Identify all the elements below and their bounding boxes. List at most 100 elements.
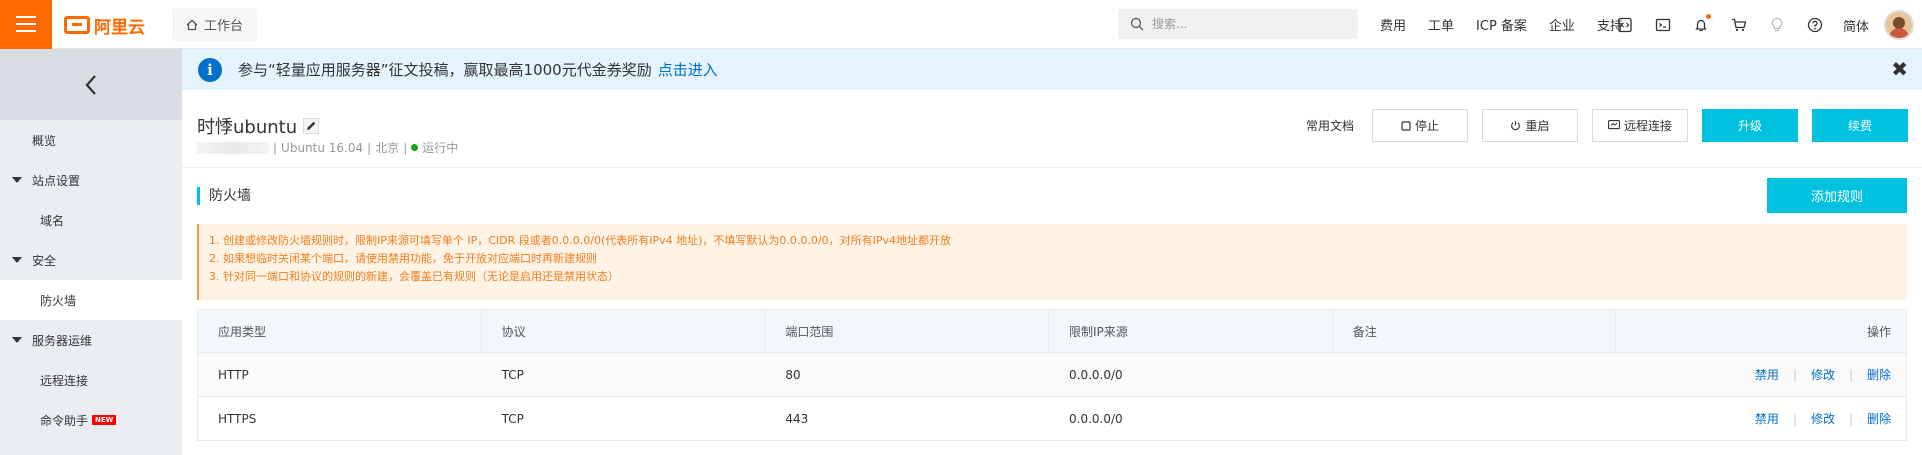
remote-connect-button[interactable]: 远程连接 <box>1592 109 1688 142</box>
sidebar-item-label: 安全 <box>32 253 57 268</box>
cell-app-type: HTTPS <box>218 411 257 426</box>
notice-line: 1. 创建或修改防火墙规则时，限制IP来源可填写单个 IP，CIDR 段或者0.… <box>209 234 952 247</box>
sidebar-item-label: 防火墙 <box>40 293 77 308</box>
sidebar-item-label: 服务器运维 <box>32 333 93 348</box>
edit-link[interactable]: 修改 <box>1811 366 1835 383</box>
disable-link[interactable]: 禁用 <box>1755 366 1779 383</box>
delete-link[interactable]: 删除 <box>1867 410 1891 427</box>
cell-protocol: TCP <box>501 411 524 426</box>
stop-label: 停止 <box>1414 119 1439 133</box>
main-content: 时悸ubuntu | Ubuntu 16.04 | 北京 | 运行中 常用文档 … <box>182 90 1922 455</box>
notice-line: 3. 针对同一端口和协议的规则的新建，会覆盖已有规则（无论是启用还是禁用状态） <box>209 270 619 283</box>
aliyun-logo[interactable]: 阿里云 <box>64 14 145 38</box>
table-row: HTTP TCP 80 0.0.0.0/0 禁用 | 修改 | 删除 <box>198 353 1906 397</box>
bell-icon[interactable] <box>1692 13 1711 34</box>
remote-desktop-icon <box>1608 120 1620 130</box>
separator: | <box>367 140 372 155</box>
table-row: HTTPS TCP 443 0.0.0.0/0 禁用 | 修改 | 删除 <box>198 397 1906 441</box>
sidebar-group-site-settings[interactable]: 站点设置 <box>0 160 182 200</box>
banner-link[interactable]: 点击进入 <box>658 59 718 80</box>
search-box[interactable] <box>1118 9 1358 39</box>
sidebar-item-overview[interactable]: 概览 <box>0 120 182 160</box>
sidebar-item-command-assistant[interactable]: 命令助手 NEW <box>0 400 182 440</box>
separator: | <box>273 140 278 155</box>
instance-title: 时悸ubuntu <box>197 113 320 139</box>
cell-note <box>1333 397 1617 440</box>
sidebar-item-label: 域名 <box>40 213 65 228</box>
notice-line: 2. 如果想临时关闭某个端口，请使用禁用功能，免于开放对应端口时再新建规则 <box>209 252 597 265</box>
docs-link[interactable]: 常用文档 <box>1306 117 1354 134</box>
home-icon <box>186 19 198 30</box>
sidebar-back-button[interactable] <box>0 49 182 120</box>
sidebar-item-domain[interactable]: 域名 <box>0 200 182 240</box>
nav-link-tickets[interactable]: 工单 <box>1428 15 1454 34</box>
cell-ip-source: 0.0.0.0/0 <box>1069 411 1123 426</box>
lightbulb-icon[interactable] <box>1768 16 1786 34</box>
instance-os: Ubuntu 16.04 <box>281 140 364 155</box>
separator: | <box>1792 367 1797 382</box>
search-icon <box>1130 17 1144 31</box>
delete-link[interactable]: 删除 <box>1867 366 1891 383</box>
firewall-rules-table: 应用类型 协议 端口范围 限制IP来源 备注 操作 HTTP TCP 80 0.… <box>197 309 1907 441</box>
add-rule-button[interactable]: 添加规则 <box>1767 178 1907 213</box>
remote-connect-label: 远程连接 <box>1623 119 1672 133</box>
separator: | <box>403 140 408 155</box>
add-rule-label: 添加规则 <box>1810 190 1863 205</box>
info-icon: i <box>198 57 222 82</box>
user-avatar[interactable] <box>1884 10 1914 40</box>
sidebar-item-remote-connect[interactable]: 远程连接 <box>0 360 182 400</box>
workbench-label: 工作台 <box>204 19 244 34</box>
disable-link[interactable]: 禁用 <box>1755 410 1779 427</box>
code-icon[interactable] <box>1616 16 1634 34</box>
status-dot <box>411 144 419 151</box>
instance-name: 时悸ubuntu <box>197 117 298 138</box>
nav-link-icp[interactable]: ICP 备案 <box>1476 15 1527 34</box>
cart-icon[interactable] <box>1730 16 1748 34</box>
firewall-notice: 1. 创建或修改防火墙规则时，限制IP来源可填写单个 IP，CIDR 段或者0.… <box>197 224 1907 300</box>
cell-port-range: 80 <box>785 367 801 382</box>
upgrade-button[interactable]: 升级 <box>1702 109 1798 142</box>
sidebar-item-label: 远程连接 <box>40 373 89 388</box>
help-icon[interactable] <box>1806 16 1824 34</box>
sidebar-item-firewall[interactable]: 防火墙 <box>0 280 182 320</box>
top-navigation-bar: 阿里云 工作台 费用 工单 ICP 备案 企业 支持 <box>0 0 1922 49</box>
cell-actions: 禁用 | 修改 | 删除 <box>1616 353 1906 396</box>
instance-header: 时悸ubuntu | Ubuntu 16.04 | 北京 | 运行中 常用文档 … <box>182 90 1922 168</box>
cell-protocol: TCP <box>501 367 524 382</box>
edit-icon[interactable] <box>303 118 320 134</box>
instance-status: 运行中 <box>422 141 459 155</box>
cell-port-range: 443 <box>785 411 809 426</box>
close-icon[interactable]: ✖ <box>1891 57 1908 81</box>
sidebar-group-security[interactable]: 安全 <box>0 240 182 280</box>
column-header-note: 备注 <box>1333 310 1617 352</box>
language-switch[interactable]: 简体 <box>1843 16 1869 35</box>
stop-button[interactable]: 停止 <box>1372 109 1468 142</box>
nav-link-enterprise[interactable]: 企业 <box>1549 15 1575 34</box>
top-nav-links: 费用 工单 ICP 备案 企业 支持 <box>1380 0 1645 49</box>
stop-icon <box>1401 120 1411 131</box>
separator: | <box>1848 411 1854 426</box>
aliyun-logo-mark <box>64 16 90 34</box>
renew-button[interactable]: 续费 <box>1812 109 1908 142</box>
restart-button[interactable]: 重启 <box>1482 109 1578 142</box>
instance-region: 北京 <box>375 141 400 155</box>
terminal-icon[interactable] <box>1654 16 1672 34</box>
sidebar-group-server-ops[interactable]: 服务器运维 <box>0 320 182 360</box>
notification-dot <box>1706 13 1711 19</box>
logo-text: 阿里云 <box>94 17 145 38</box>
workbench-button[interactable]: 工作台 <box>172 8 258 41</box>
chevron-left-icon <box>85 74 96 95</box>
promo-banner: i 参与“轻量应用服务器”征文投稿，赢取最高1000元代金券奖励 点击进入 ✖ <box>182 49 1922 90</box>
search-input[interactable] <box>1152 17 1342 31</box>
top-nav-icons <box>1616 0 1824 49</box>
power-icon <box>1511 120 1521 131</box>
cell-app-type: HTTP <box>218 367 249 382</box>
edit-link[interactable]: 修改 <box>1811 410 1835 427</box>
sidebar: 概览 站点设置 域名 安全 防火墙 服务器运维 远程连接 命令助手 NEW <box>0 49 182 455</box>
column-header-port-range: 端口范围 <box>765 310 1050 352</box>
sidebar-item-label: 站点设置 <box>32 173 81 188</box>
instance-actions: 常用文档 停止 重启 远程连接 升级 续费 <box>1306 109 1922 142</box>
hamburger-menu-icon[interactable] <box>0 0 52 49</box>
nav-link-billing[interactable]: 费用 <box>1380 15 1406 34</box>
renew-label: 续费 <box>1847 119 1872 133</box>
